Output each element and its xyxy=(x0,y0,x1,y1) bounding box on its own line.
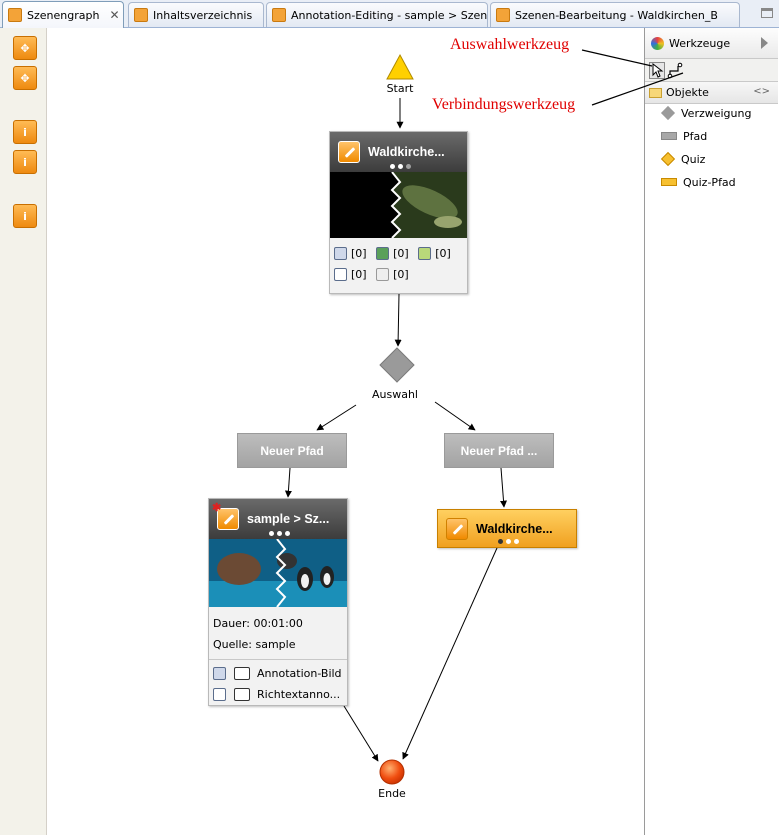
tab-label: Szenengraph xyxy=(27,8,100,22)
scene-node-header: sample > Sz... ✱ xyxy=(209,499,347,539)
palette-header: Werkzeuge xyxy=(645,28,778,58)
close-icon[interactable]: ✕ xyxy=(109,8,119,22)
scene-node-waldkirche[interactable]: Waldkirche... [0] [0] [0] [0] [0] xyxy=(329,131,468,294)
info-bubble-icon[interactable]: i xyxy=(13,204,37,228)
objects-title: Objekte xyxy=(666,86,709,99)
quiz-path-icon xyxy=(661,178,677,186)
palette-item-pfad[interactable]: Pfad xyxy=(661,128,707,144)
editor-tab-bar: Szenengraph ✕ Inhaltsverzeichnis Annotat… xyxy=(0,0,779,28)
selection-tool-icon[interactable] xyxy=(649,62,665,79)
quiz-diamond-icon xyxy=(660,151,676,167)
palette-item-verzweigung[interactable]: Verzweigung xyxy=(660,105,751,121)
scene-thumbnail xyxy=(330,172,467,238)
palette-item-quiz[interactable]: Quiz xyxy=(660,151,705,167)
path-node-left[interactable]: Neuer Pfad xyxy=(237,433,347,468)
edge-scene3-end xyxy=(402,547,498,760)
scene-node-title: Waldkirche... xyxy=(476,521,553,536)
selection-tool-callout: Auswahlwerkzeug xyxy=(450,36,570,53)
edit-icon[interactable] xyxy=(338,141,360,163)
palette-panel: Werkzeuge Objekte <> Verzweigung Pfad Qu… xyxy=(644,28,779,835)
edge-branch-left xyxy=(316,404,357,431)
caption-icon xyxy=(376,268,390,281)
tab-inhaltsverzeichnis[interactable]: Inhaltsverzeichnis xyxy=(128,2,264,27)
filmstrip-icon xyxy=(233,667,250,680)
scene-preview-image xyxy=(330,172,467,238)
scene-duration: Dauer: 00:01:00 xyxy=(213,617,303,630)
scene-node-quiz[interactable]: Waldkirche... xyxy=(437,509,577,548)
folder-icon xyxy=(649,87,662,98)
edge-right-scene3 xyxy=(500,467,508,508)
end-node[interactable] xyxy=(379,759,405,785)
start-label: Start xyxy=(386,82,414,95)
scenegraph-icon xyxy=(8,8,22,22)
palette-title: Werkzeuge xyxy=(669,36,731,50)
branch-node[interactable] xyxy=(379,347,415,383)
star-icon: ✱ xyxy=(212,502,222,514)
path-node-right[interactable]: Neuer Pfad ... xyxy=(444,433,554,468)
path-icon xyxy=(661,132,677,140)
connection-tool-callout: Verbindungswerkzeug xyxy=(432,96,576,113)
tab-label: Inhaltsverzeichnis xyxy=(153,8,253,22)
tab-label: Annotation-Editing - sample > Szene xyxy=(291,8,488,22)
edit-icon[interactable] xyxy=(446,517,468,540)
connection-tool-icon[interactable] xyxy=(667,62,685,79)
start-node[interactable] xyxy=(386,53,414,80)
page-dots xyxy=(264,531,294,536)
annotation-list: Annotation-Bild Richtextanno... xyxy=(209,659,347,708)
edge-scene1-branch xyxy=(394,293,402,347)
scene-edit-icon xyxy=(496,8,510,22)
zoom-out-icon[interactable]: ✥ xyxy=(13,66,37,90)
tab-annotation-editing[interactable]: Annotation-Editing - sample > Szene xyxy=(266,2,488,27)
expand-icon[interactable]: <> xyxy=(753,86,770,97)
tab-label: Szenen-Bearbeitung - Waldkirchen_B xyxy=(515,8,718,22)
scene-node-sample[interactable]: sample > Sz... ✱ Dauer: 00:01:00 Quelle:… xyxy=(208,498,348,706)
palette-tools-row xyxy=(645,58,778,82)
scene-details: Dauer: 00:01:00 Quelle: sample xyxy=(209,607,347,655)
annotation-item[interactable]: Annotation-Bild xyxy=(213,663,343,684)
graph-canvas[interactable]: Start Auswahl Ende Waldkirche... [0] [0]… xyxy=(47,28,644,835)
edge-scene2-end xyxy=(343,705,379,762)
palette-icon xyxy=(651,36,664,50)
scene-thumbnail xyxy=(209,539,347,607)
text-icon xyxy=(213,688,226,701)
page-dots xyxy=(385,164,415,169)
audio-icon xyxy=(418,247,432,260)
maximize-icon[interactable] xyxy=(761,8,773,18)
scene-node-header: Waldkirche... xyxy=(330,132,467,172)
filmstrip-icon xyxy=(233,688,250,701)
text-icon xyxy=(334,268,347,281)
left-toolbar: ✥ ✥ i i i xyxy=(0,28,47,835)
edge-left-scene2 xyxy=(284,467,292,498)
tab-szenen-bearbeitung[interactable]: Szenen-Bearbeitung - Waldkirchen_B xyxy=(490,2,740,27)
scene-node-header: Waldkirche... xyxy=(438,510,576,547)
image-icon xyxy=(213,667,226,680)
palette-item-quiz-pfad[interactable]: Quiz-Pfad xyxy=(661,174,736,190)
tab-szenengraph[interactable]: Szenengraph ✕ xyxy=(2,1,124,28)
page-dots xyxy=(493,539,523,544)
info-minus-icon[interactable]: i xyxy=(13,150,37,174)
edge-branch-right xyxy=(434,401,476,431)
image-icon xyxy=(334,247,347,260)
diamond-icon xyxy=(660,105,676,121)
end-label: Ende xyxy=(378,787,406,800)
info-plus-icon[interactable]: i xyxy=(13,120,37,144)
scene-preview-image xyxy=(209,539,347,607)
scene-node-title: Waldkirche... xyxy=(368,145,445,159)
scene-media-counters: [0] [0] [0] [0] [0] xyxy=(330,238,467,290)
collapse-icon[interactable] xyxy=(761,37,768,49)
toc-icon xyxy=(134,8,148,22)
branch-label: Auswahl xyxy=(372,388,418,401)
scene-source: Quelle: sample xyxy=(213,638,296,651)
video-icon xyxy=(376,247,390,260)
scene-node-title: sample > Sz... xyxy=(247,512,330,526)
annotation-item[interactable]: Richtextanno... xyxy=(213,684,343,705)
zoom-in-icon[interactable]: ✥ xyxy=(13,36,37,60)
objects-section-header[interactable]: Objekte <> xyxy=(645,82,778,104)
annotation-icon xyxy=(272,8,286,22)
